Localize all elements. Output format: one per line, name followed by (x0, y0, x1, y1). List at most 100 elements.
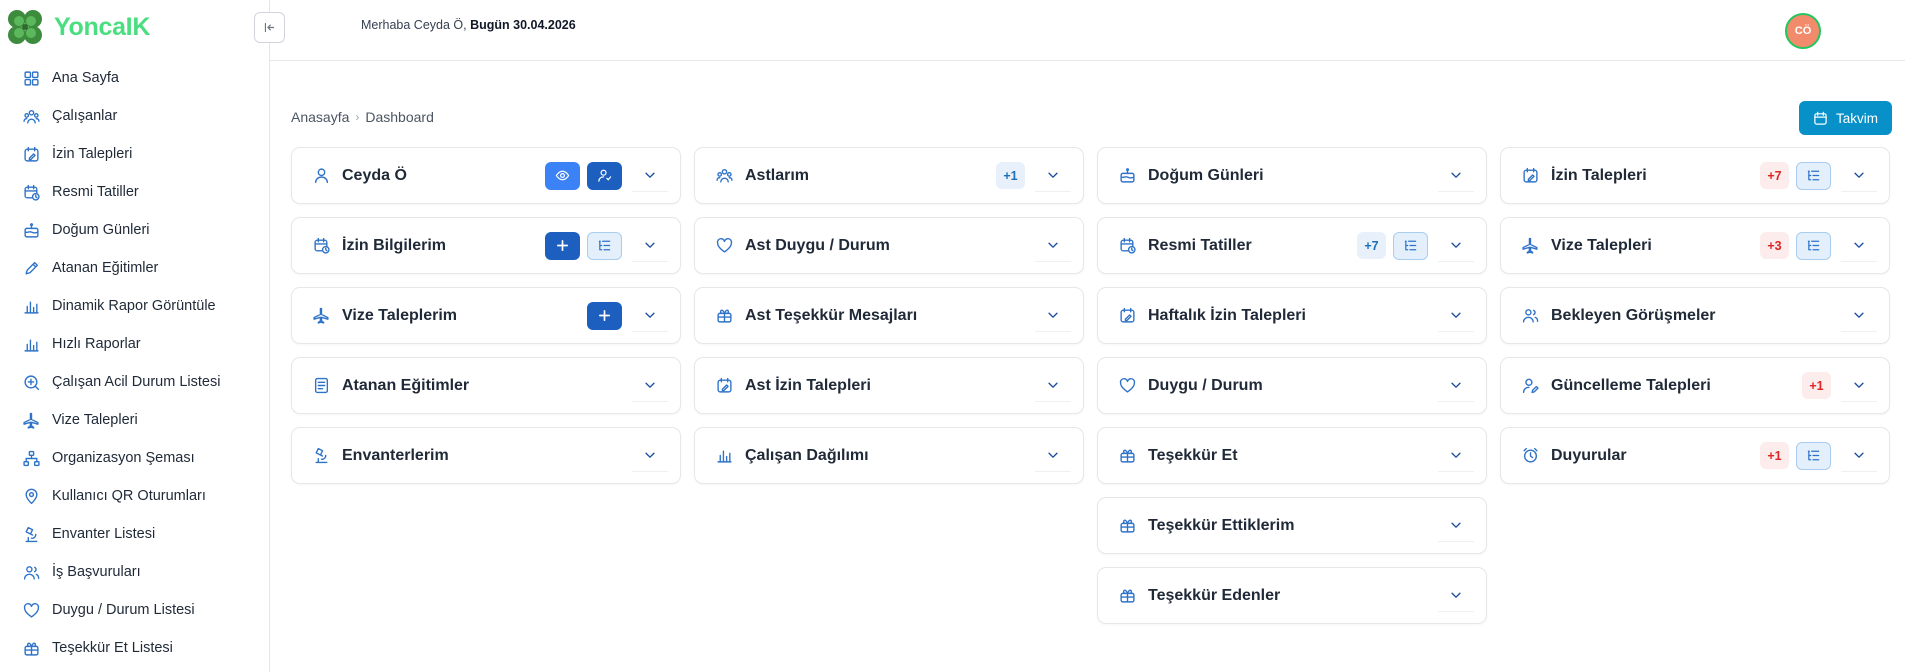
widget-actions: +3 (1760, 231, 1831, 260)
widget-card-bekleyen-g-r-meler[interactable]: Bekleyen Görüşmeler (1500, 287, 1890, 344)
expand-button[interactable] (1438, 370, 1474, 402)
user-group-icon (22, 563, 40, 581)
sidebar-item-h-zl-raporlar[interactable]: Hızlı Raporlar (0, 325, 269, 363)
add-button[interactable] (545, 231, 580, 260)
user-icon (312, 167, 330, 185)
expand-button[interactable] (1841, 230, 1877, 262)
profile-button[interactable] (587, 161, 622, 190)
sidebar-item-kullan-c-qr-oturumlar[interactable]: Kullanıcı QR Oturumları (0, 477, 269, 515)
expand-button[interactable] (1438, 160, 1474, 192)
sidebar-item-duygu-durum-listesi[interactable]: Duygu / Durum Listesi (0, 591, 269, 629)
sidebar-item-organizasyon-emas[interactable]: Organizasyon Şeması (0, 439, 269, 477)
widget-card-i-zin-talepleri[interactable]: İzin Talepleri +7 (1500, 147, 1890, 204)
collapse-arrow-icon (264, 22, 275, 33)
widget-card-astlar-m[interactable]: Astlarım +1 (694, 147, 1084, 204)
widget-card-resmi-tatiller[interactable]: Resmi Tatiller +7 (1097, 217, 1487, 274)
expand-button[interactable] (1035, 440, 1071, 472)
bar-chart-icon (715, 447, 733, 465)
widget-card-ceyda[interactable]: Ceyda Ö (291, 147, 681, 204)
expand-button[interactable] (1841, 370, 1877, 402)
widget-card-i-zin-bilgilerim[interactable]: İzin Bilgilerim (291, 217, 681, 274)
widget-card-al-an-da-l-m[interactable]: Çalışan Dağılımı (694, 427, 1084, 484)
add-button[interactable] (587, 301, 622, 330)
expand-button[interactable] (1438, 440, 1474, 472)
sidebar-item-vize-talepleri[interactable]: Vize Talepleri (0, 401, 269, 439)
list-button[interactable] (1393, 231, 1428, 260)
alarm-icon (1522, 447, 1538, 463)
app-logo[interactable]: YoncaIK (0, 2, 150, 52)
dashboard-column: Doğum Günleri Resmi Tatiller +7 Haftalık İz… (1097, 147, 1487, 637)
calendar-button[interactable]: Takvim (1799, 101, 1892, 135)
sidebar-item-al-an-acil-durum-listesi[interactable]: Çalışan Acil Durum Listesi (0, 363, 269, 401)
view-button[interactable] (545, 161, 580, 190)
sidebar-item-al-anlar[interactable]: Çalışanlar (0, 97, 269, 135)
plane-icon (312, 307, 330, 325)
widget-card-vize-taleplerim[interactable]: Vize Taleplerim (291, 287, 681, 344)
widget-card-te-ekk-r-edenler[interactable]: Teşekkür Edenler (1097, 567, 1487, 624)
widget-card-duygu-durum[interactable]: Duygu / Durum (1097, 357, 1487, 414)
expand-button[interactable] (632, 440, 668, 472)
widget-card-te-ekk-r-et[interactable]: Teşekkür Et (1097, 427, 1487, 484)
expand-button[interactable] (1438, 300, 1474, 332)
sidebar-item-te-ekk-r-et-listesi[interactable]: Teşekkür Et Listesi (0, 629, 269, 667)
microscope-icon (22, 525, 40, 543)
expand-button[interactable] (1841, 160, 1877, 192)
widget-card-ast-te-ekk-r-mesajlar[interactable]: Ast Teşekkür Mesajları (694, 287, 1084, 344)
plane-icon (1521, 237, 1538, 254)
widget-card-duyurular[interactable]: Duyurular +1 (1500, 427, 1890, 484)
grid-icon (22, 69, 40, 87)
chevron-down-icon (645, 382, 655, 388)
expand-button[interactable] (1035, 300, 1071, 332)
expand-button[interactable] (1035, 160, 1071, 192)
widget-card-ast-duygu-durum[interactable]: Ast Duygu / Durum (694, 217, 1084, 274)
sidebar-item-i-ba-vurular[interactable]: İş Başvuruları (0, 553, 269, 591)
widget-card-ast-i-zin-talepleri[interactable]: Ast İzin Talepleri (694, 357, 1084, 414)
widget-card-vize-talepleri[interactable]: Vize Talepleri +3 (1500, 217, 1890, 274)
expand-button[interactable] (1035, 370, 1071, 402)
widget-card-do-um-g-nleri[interactable]: Doğum Günleri (1097, 147, 1487, 204)
widget-title: İzin Talepleri (1551, 166, 1647, 184)
sidebar-item-atanan-e-itimler[interactable]: Atanan Eğitimler (0, 249, 269, 287)
widget-card-g-ncelleme-talepleri[interactable]: Güncelleme Talepleri +1 (1500, 357, 1890, 414)
sidebar-item-resmi-tatiller[interactable]: Resmi Tatiller (0, 173, 269, 211)
sidebar-item-dinamik-rapor-g-r-nt-le[interactable]: Dinamik Rapor Görüntüle (0, 287, 269, 325)
expand-button[interactable] (1438, 230, 1474, 262)
bar-chart-icon (716, 450, 732, 463)
calendar-edit-icon (715, 377, 733, 395)
collapse-sidebar-button[interactable] (254, 12, 285, 43)
expand-button[interactable] (632, 160, 668, 192)
sidebar-item-ana-sayfa[interactable]: Ana Sayfa (0, 59, 269, 97)
sidebar-item-do-um-g-nleri[interactable]: Doğum Günleri (0, 211, 269, 249)
cake-icon (23, 222, 39, 238)
expand-button[interactable] (1035, 230, 1071, 262)
widget-card-haftal-k-i-zin-talepleri[interactable]: Haftalık İzin Talepleri (1097, 287, 1487, 344)
count-badge: +7 (1760, 162, 1789, 189)
expand-button[interactable] (1438, 580, 1474, 612)
list-button[interactable] (1796, 441, 1831, 470)
widget-actions: +1 (1802, 372, 1831, 399)
widget-actions (545, 161, 622, 190)
sidebar-item-envanter-listesi[interactable]: Envanter Listesi (0, 515, 269, 553)
widget-card-envanterlerim[interactable]: Envanterlerim (291, 427, 681, 484)
chevron-down-icon (1048, 452, 1058, 458)
expand-button[interactable] (632, 230, 668, 262)
sidebar-item-i-zin-talepleri[interactable]: İzin Talepleri (0, 135, 269, 173)
expand-button[interactable] (1841, 440, 1877, 472)
list-button[interactable] (1796, 161, 1831, 190)
expand-button[interactable] (1841, 300, 1877, 332)
expand-button[interactable] (1438, 510, 1474, 542)
expand-button[interactable] (632, 370, 668, 402)
org-chart-icon (22, 450, 40, 466)
gift-icon (22, 639, 40, 657)
breadcrumb-home[interactable]: Anasayfa (291, 109, 349, 125)
chevron-down-icon (1854, 452, 1864, 458)
user-settings-icon (598, 169, 612, 182)
user-avatar[interactable]: CÖ (1785, 13, 1821, 49)
sidebar-item-label: Envanter Listesi (52, 526, 156, 542)
expand-button[interactable] (632, 300, 668, 332)
list-button[interactable] (587, 231, 622, 260)
widget-card-atanan-e-itimler[interactable]: Atanan Eğitimler (291, 357, 681, 414)
heart-icon (23, 602, 39, 618)
widget-card-te-ekk-r-ettiklerim[interactable]: Teşekkür Ettiklerim (1097, 497, 1487, 554)
list-button[interactable] (1796, 231, 1831, 260)
